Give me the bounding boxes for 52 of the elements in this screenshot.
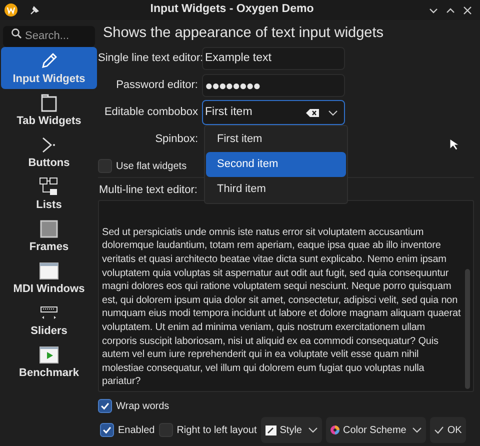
field-label: Single line text editor: (98, 52, 204, 64)
page-heading: Shows the appearance of text input widgets (102, 24, 385, 43)
chevron-down-icon (328, 110, 338, 116)
paragraph: Sed ut perspiciatis unde omnis iste natus error sit voluptatem accusantium doloremque laudantium, totam rem aperiam, eaque ipsa quae ab illo inventore veritatis et quasi architecto beatae vitae dicta sunt explicabo. Nemo enim ipsam voluptatem quia voluptas sit aspernatur aut odit aut fugit, sed quia consequuntur magni dolores eos qui ratione voluptatem sequi nesciunt. Neque porro quisquam est, qui dolorem ipsum quia dolor sit amet, consectetur, adipisci velit, sed quia non numquam eius modi tempora incidunt ut labore et dolore magnam aliquam quaerat voluptatem. Ut enim ad minima veniam, quis nostrum exercitationem ullam corporis suscipit laboriosam, nisi ut aliquid ex ea commodi consequatur? Quis autem vel eum iure reprehenderit qui in ea voluptate velit esse quam nihil molestiae consequatur, vel illum qui dolorem eum fugiat quo voluptas nulla pariatur? (102, 226, 462, 389)
field-label: Editable combobox (104, 106, 198, 118)
checkbox[interactable] (98, 399, 112, 413)
brush-icon (264, 424, 277, 436)
checkbox-label: Use flat widgets (116, 160, 187, 174)
clear-icon (306, 108, 320, 118)
password-field[interactable]: ●●●●●●●● (202, 74, 345, 97)
sidebar-item[interactable]: Sliders (1, 299, 97, 341)
close-icon (462, 4, 473, 16)
sidebar-item[interactable]: Lists (1, 173, 97, 215)
list-diagram-icon (38, 176, 60, 198)
sidebar-item[interactable]: MDI Windows (1, 257, 97, 299)
dropdown-item[interactable]: Second item (206, 152, 346, 177)
chevron-down-icon (412, 427, 422, 433)
square-icon (38, 218, 60, 240)
sidebar-item[interactable]: Buttons (1, 131, 97, 173)
combobox[interactable]: First item (202, 100, 345, 125)
dropdown-item[interactable]: Third item (206, 177, 346, 202)
field-label: Multi-line text editor: (99, 184, 198, 196)
window-title: Input Widgets - Oxygen Demo (149, 2, 315, 18)
search-icon (11, 28, 22, 39)
pin-icon (28, 4, 39, 16)
check-icon (434, 425, 444, 435)
checkbox-label: Right to left layout (176, 424, 257, 438)
mouse-cursor-icon (449, 138, 460, 151)
text-field[interactable]: Example text (202, 47, 345, 70)
color-wheel-icon (330, 425, 340, 435)
checkbox[interactable] (98, 159, 112, 173)
play-window-icon (38, 344, 60, 366)
checkbox-label: Enabled (118, 424, 155, 438)
scrollbar-thumb[interactable] (465, 269, 470, 389)
text-area[interactable] (98, 200, 474, 392)
checkbox[interactable] (100, 423, 114, 437)
style-button[interactable]: Style (260, 417, 322, 443)
app-logo-icon (4, 3, 18, 17)
dropdown-item[interactable]: First item (206, 127, 346, 152)
checkbox[interactable] (158, 423, 173, 437)
search-field[interactable]: Search... (3, 26, 95, 46)
sidebar-item[interactable]: Tab Widgets (1, 89, 97, 131)
checkbox-label: Wrap words (116, 400, 170, 414)
field-label: Password editor: (116, 79, 198, 92)
sidebar-item[interactable]: Benchmark (1, 341, 97, 383)
chevron-down-icon (308, 427, 318, 433)
field-label: Spinbox: (155, 133, 198, 146)
ok-button[interactable]: OK (430, 417, 466, 443)
sidebar-item[interactable]: Input Widgets (1, 47, 97, 89)
sidebar-item[interactable]: Frames (1, 215, 97, 257)
color-scheme-button[interactable]: Color Scheme (326, 417, 426, 443)
window-icon (38, 260, 60, 282)
